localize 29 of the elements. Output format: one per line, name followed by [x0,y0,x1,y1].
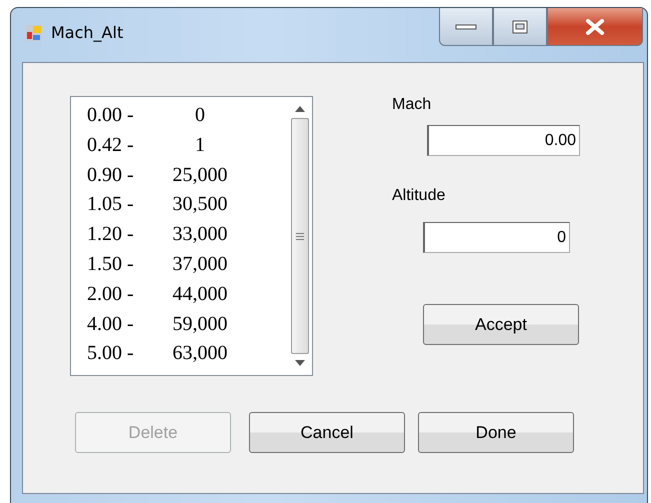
list-item[interactable]: 4.00 - 59,000 [87,310,252,340]
maximize-icon [512,20,528,34]
mach-label: Mach [392,96,432,114]
minimize-button[interactable] [439,8,493,46]
scroll-thumb[interactable] [291,118,309,354]
accept-button[interactable]: Accept [423,304,579,345]
scroll-up-icon[interactable] [295,106,305,112]
list-item[interactable]: 0.00 - 0 [87,101,252,131]
altitude-field[interactable]: 0 [423,222,570,253]
close-button[interactable] [547,8,643,46]
mach-field[interactable]: 0.00 [427,125,580,156]
app-icon [26,25,42,41]
close-icon [585,18,605,34]
dialog-button[interactable]: Cancel [249,412,405,453]
list-item[interactable]: 0.90 - 25,000 [87,160,252,190]
list-item[interactable]: 2.00 - 44,000 [87,280,252,310]
list-item[interactable]: 5.00 - 63,000 [87,339,252,370]
list-item[interactable]: 0.42 - 1 [87,130,252,161]
minimize-icon [455,24,477,30]
window-title: Mach_Alt [51,23,124,42]
list-item[interactable]: 1.20 - 33,000 [87,220,252,250]
grip-icon [296,232,304,240]
altitude-label: Altitude [392,187,446,205]
list-item[interactable]: 1.50 - 37,000 [87,250,252,280]
scroll-down-icon[interactable] [295,360,305,366]
maximize-button[interactable] [493,8,547,46]
dialog-button[interactable]: Done [418,412,574,453]
list-item[interactable]: 1.05 - 30,500 [87,190,252,220]
mach-altitude-list[interactable]: 0.00 - 0 0.42 - 1 0.90 - 25,000 1.05 - 30,500 1.20 - 33,000 1.50 - 37,000 2.00 - 44,000 4.00 - 59,000 5.00 - 63,000 [70,96,313,376]
